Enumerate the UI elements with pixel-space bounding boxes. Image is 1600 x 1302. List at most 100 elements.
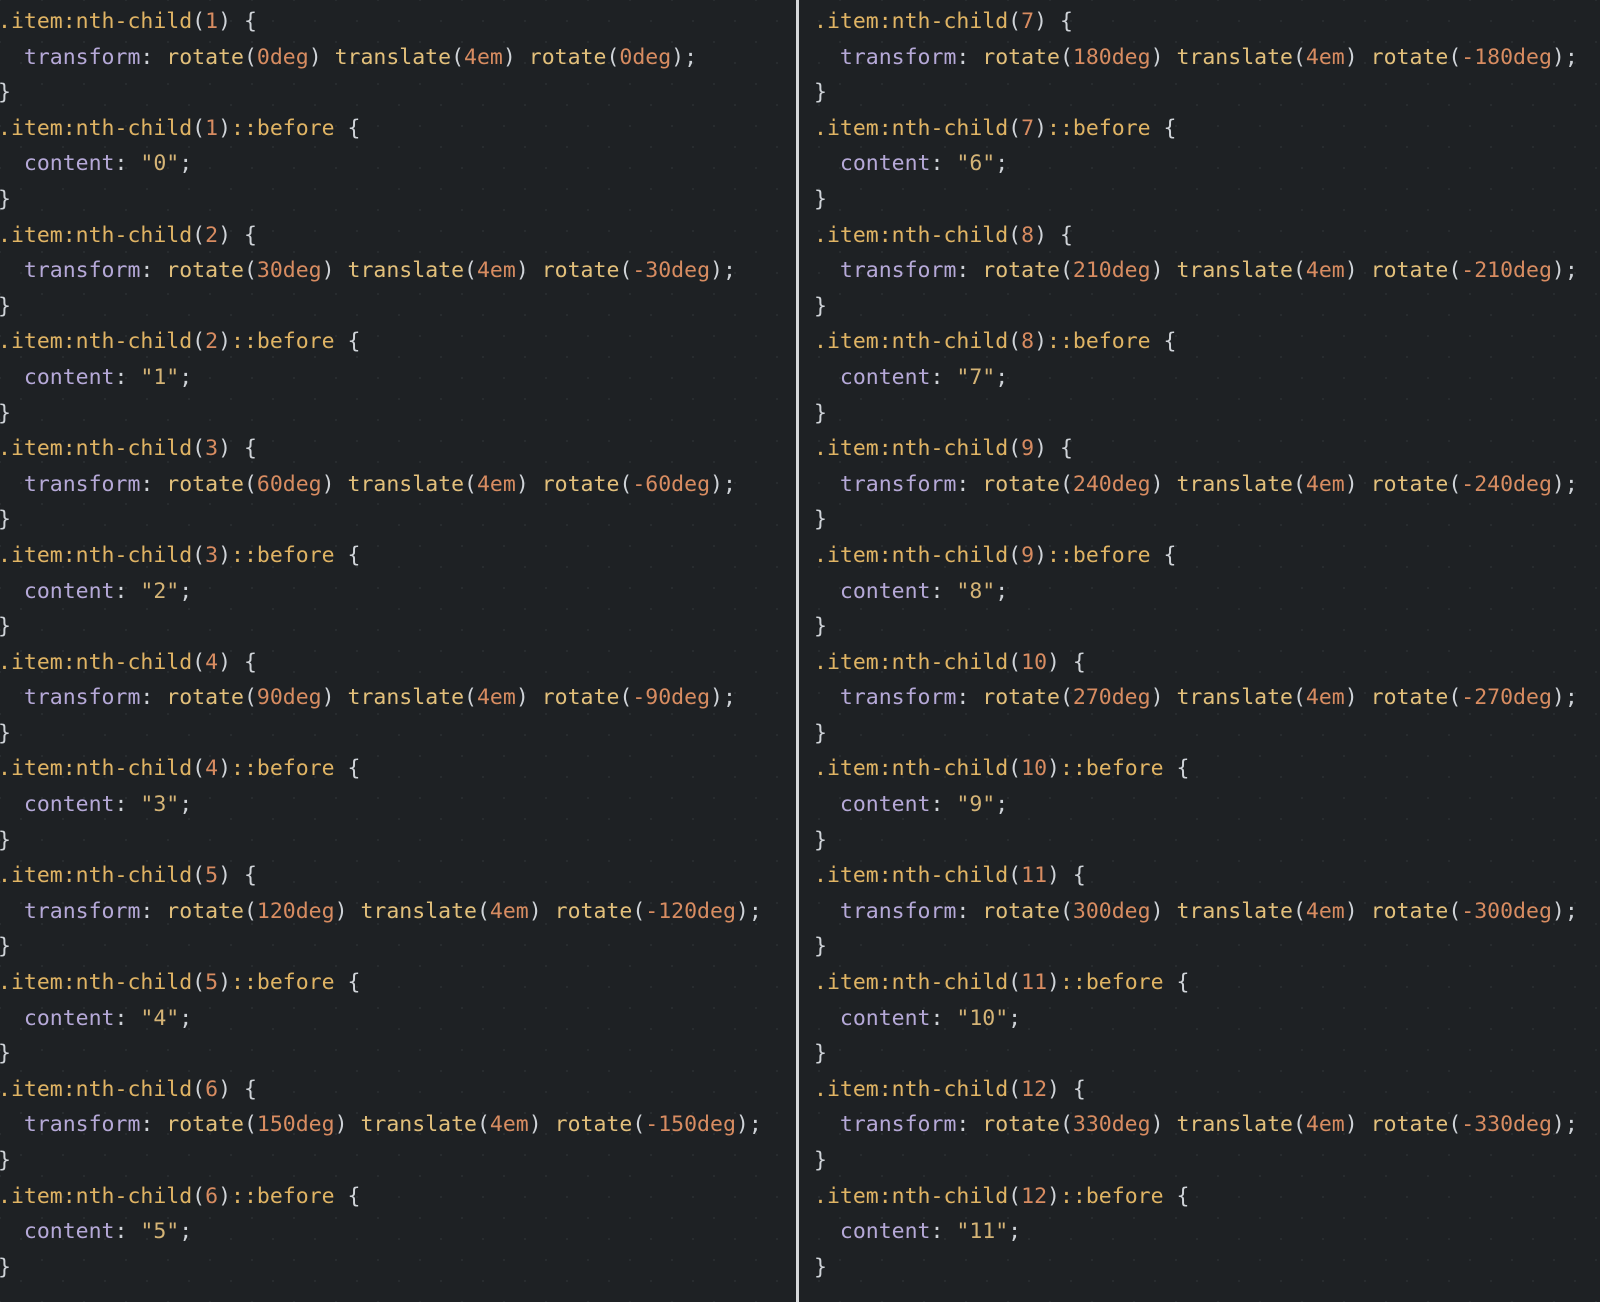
code-line[interactable]: }: [0, 1250, 796, 1286]
code-line[interactable]: content: "9";: [814, 787, 1600, 823]
code-line[interactable]: }: [814, 182, 1600, 218]
code-line[interactable]: transform: rotate(90deg) translate(4em) …: [0, 680, 796, 716]
code-line[interactable]: .item:nth-child(3)::before {: [0, 538, 796, 574]
code-line[interactable]: content: "2";: [0, 574, 796, 610]
code-line[interactable]: }: [0, 182, 796, 218]
code-line[interactable]: .item:nth-child(9)::before {: [814, 538, 1600, 574]
token-punc: (: [619, 258, 633, 284]
token-punc: ): [1150, 44, 1177, 70]
code-line[interactable]: content: "3";: [0, 787, 796, 823]
token-fn: rotate: [982, 685, 1060, 711]
code-line[interactable]: }: [0, 929, 796, 965]
code-line[interactable]: content: "1";: [0, 360, 796, 396]
code-line[interactable]: .item:nth-child(10) {: [814, 645, 1600, 681]
code-line[interactable]: .item:nth-child(3) {: [0, 431, 796, 467]
code-line[interactable]: transform: rotate(120deg) translate(4em)…: [0, 894, 796, 930]
token-num: 1: [205, 115, 219, 141]
code-line[interactable]: }: [814, 1036, 1600, 1072]
code-line[interactable]: }: [0, 823, 796, 859]
code-line[interactable]: transform: rotate(30deg) translate(4em) …: [0, 253, 796, 289]
code-line[interactable]: }: [814, 1143, 1600, 1179]
code-line[interactable]: .item:nth-child(5)::before {: [0, 965, 796, 1001]
code-line[interactable]: transform: rotate(240deg) translate(4em)…: [814, 467, 1600, 503]
token-punc: }: [814, 186, 827, 212]
code-line[interactable]: }: [0, 75, 796, 111]
code-line[interactable]: .item:nth-child(6) {: [0, 1072, 796, 1108]
code-line[interactable]: .item:nth-child(4)::before {: [0, 751, 796, 787]
token-num: 12: [1021, 1183, 1048, 1209]
token-num: 2: [205, 329, 219, 355]
code-line[interactable]: .item:nth-child(8)::before {: [814, 324, 1600, 360]
token-num: 60deg: [256, 471, 322, 497]
token-sel: ::before: [231, 756, 335, 782]
code-line[interactable]: }: [814, 396, 1600, 432]
token-num: 4: [205, 649, 219, 675]
code-line[interactable]: content: "11";: [814, 1214, 1600, 1250]
code-line[interactable]: transform: rotate(270deg) translate(4em)…: [814, 680, 1600, 716]
code-line[interactable]: .item:nth-child(1)::before {: [0, 111, 796, 147]
code-line[interactable]: content: "7";: [814, 360, 1600, 396]
code-line[interactable]: transform: rotate(330deg) translate(4em)…: [814, 1107, 1600, 1143]
code-line[interactable]: .item:nth-child(10)::before {: [814, 751, 1600, 787]
code-line[interactable]: .item:nth-child(6)::before {: [0, 1179, 796, 1215]
code-line[interactable]: }: [814, 609, 1600, 645]
code-line[interactable]: transform: rotate(60deg) translate(4em) …: [0, 467, 796, 503]
code-line[interactable]: }: [0, 396, 796, 432]
code-line[interactable]: }: [0, 289, 796, 325]
code-line[interactable]: }: [0, 1143, 796, 1179]
code-line[interactable]: .item:nth-child(2)::before {: [0, 324, 796, 360]
code-line[interactable]: .item:nth-child(12)::before {: [814, 1179, 1600, 1215]
token-num: 11: [1021, 863, 1048, 889]
code-line[interactable]: content: "5";: [0, 1214, 796, 1250]
code-line[interactable]: .item:nth-child(1) {: [0, 4, 796, 40]
code-line[interactable]: transform: rotate(300deg) translate(4em)…: [814, 894, 1600, 930]
code-line[interactable]: content: "10";: [814, 1001, 1600, 1037]
code-line[interactable]: }: [814, 823, 1600, 859]
code-line[interactable]: .item:nth-child(8) {: [814, 218, 1600, 254]
code-line[interactable]: .item:nth-child(2) {: [0, 218, 796, 254]
code-line[interactable]: content: "8";: [814, 574, 1600, 610]
code-line[interactable]: }: [814, 929, 1600, 965]
code-line[interactable]: .item:nth-child(11)::before {: [814, 965, 1600, 1001]
token-fn: translate: [1176, 685, 1293, 711]
code-line[interactable]: .item:nth-child(7)::before {: [814, 111, 1600, 147]
code-line[interactable]: }: [0, 1036, 796, 1072]
token-punc: }: [0, 614, 11, 639]
code-line[interactable]: .item:nth-child(9) {: [814, 431, 1600, 467]
token-punc: ;: [995, 792, 1009, 818]
code-line[interactable]: }: [0, 609, 796, 645]
code-line[interactable]: }: [814, 1250, 1600, 1286]
code-line[interactable]: content: "6";: [814, 146, 1600, 182]
code-line[interactable]: content: "0";: [0, 146, 796, 182]
code-line[interactable]: transform: rotate(210deg) translate(4em)…: [814, 253, 1600, 289]
code-line[interactable]: content: "4";: [0, 1001, 796, 1037]
token-punc: (: [1292, 898, 1306, 924]
code-line[interactable]: }: [0, 502, 796, 538]
code-line[interactable]: .item:nth-child(11) {: [814, 858, 1600, 894]
token-punc: );: [1551, 685, 1578, 711]
code-line[interactable]: }: [814, 716, 1600, 752]
token-punc: :: [114, 151, 141, 177]
token-punc: (: [192, 970, 206, 996]
token-str: "2": [140, 578, 180, 604]
code-line[interactable]: .item:nth-child(7) {: [814, 4, 1600, 40]
code-line[interactable]: .item:nth-child(5) {: [0, 858, 796, 894]
code-line[interactable]: }: [814, 502, 1600, 538]
code-line[interactable]: .item:nth-child(4) {: [0, 645, 796, 681]
code-column-right[interactable]: .item:nth-child(7) { transform: rotate(1…: [796, 0, 1600, 1302]
code-line[interactable]: .item:nth-child(12) {: [814, 1072, 1600, 1108]
code-line[interactable]: transform: rotate(150deg) translate(4em)…: [0, 1107, 796, 1143]
token-punc: ): [515, 258, 542, 284]
code-line[interactable]: transform: rotate(180deg) translate(4em)…: [814, 40, 1600, 76]
token-prop: transform: [23, 898, 141, 924]
code-column-left[interactable]: .item:nth-child(1) { transform: rotate(0…: [0, 0, 796, 1302]
code-line[interactable]: }: [0, 716, 796, 752]
token-punc: ): [1150, 1112, 1177, 1138]
code-line[interactable]: transform: rotate(0deg) translate(4em) r…: [0, 40, 796, 76]
token-num: -30deg: [632, 258, 711, 284]
code-line[interactable]: }: [814, 75, 1600, 111]
token-punc: }: [0, 934, 11, 959]
code-line[interactable]: }: [814, 289, 1600, 325]
token-punc: (: [1008, 436, 1022, 462]
